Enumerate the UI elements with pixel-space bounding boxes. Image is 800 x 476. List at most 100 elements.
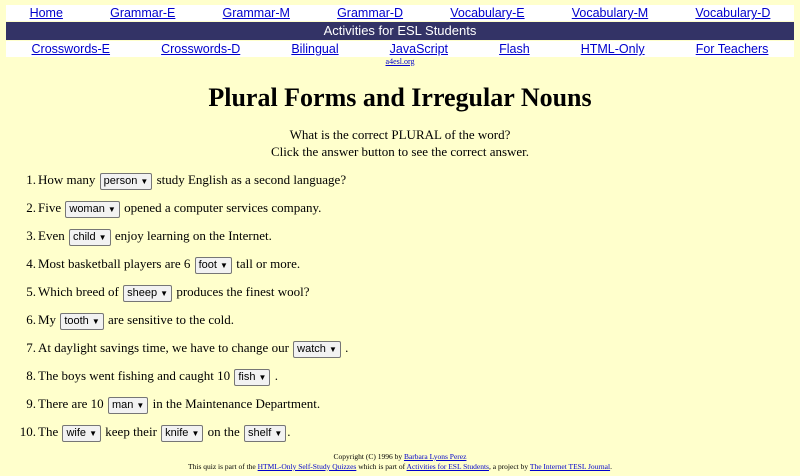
question-text: My <box>38 312 60 327</box>
answer-select[interactable]: person ▼ <box>99 172 153 190</box>
project-text-2: which is part of <box>356 462 407 471</box>
answer-select-value: fish <box>238 370 256 383</box>
author-link[interactable]: Barbara Lyons Perez <box>404 452 466 461</box>
nav-link-vocabulary-m[interactable]: Vocabulary-M <box>572 6 648 20</box>
answer-select-value: sheep <box>127 286 158 299</box>
question-text: Most basketball players are 6 <box>38 256 194 271</box>
question-text: Which breed of <box>38 284 123 299</box>
answer-select-value: woman <box>69 202 105 215</box>
project-line: This quiz is part of the HTML-Only Self-… <box>0 462 800 472</box>
nav-link-crosswords-d[interactable]: Crosswords-D <box>161 42 240 56</box>
question-text: At daylight savings time, we have to cha… <box>38 340 293 355</box>
caret-down-icon: ▼ <box>329 344 337 354</box>
question-text: How many <box>38 172 99 187</box>
nav-link-home[interactable]: Home <box>30 6 63 20</box>
answer-select[interactable]: woman ▼ <box>65 200 120 218</box>
answer-select[interactable]: wife ▼ <box>62 424 102 442</box>
answer-select-value: person <box>103 174 138 187</box>
tesl-journal-link[interactable]: The Internet TESL Journal <box>530 462 610 471</box>
caret-down-icon: ▼ <box>191 428 200 438</box>
question-text: enjoy learning on the Internet. <box>111 228 272 243</box>
answer-select[interactable]: watch ▼ <box>293 340 341 358</box>
question-5: 5. Which breed of sheep ▼ produces the fin… <box>0 282 310 302</box>
site-banner: Activities for ESL Students <box>6 22 794 40</box>
top-nav: Home Grammar-E Grammar-M Grammar-D Vocab… <box>6 5 794 21</box>
nav-link-bilingual[interactable]: Bilingual <box>291 42 338 56</box>
question-text: . <box>271 368 278 383</box>
footer: Copyright (C) 1996 by Barbara Lyons Pere… <box>0 452 800 472</box>
question-text: Even <box>38 228 68 243</box>
question-10: 10. The wife ▼ keep their knife ▼ on the sh… <box>0 422 291 442</box>
activities-link[interactable]: Activities for ESL Students <box>407 462 489 471</box>
question-text: . <box>287 424 291 439</box>
question-text: on the <box>204 424 244 439</box>
answer-select-value: foot <box>198 258 217 271</box>
question-number: 8. <box>26 368 36 383</box>
question-text: tall or more. <box>232 256 301 271</box>
nav-link-flash[interactable]: Flash <box>499 42 530 56</box>
answer-select-value: knife <box>165 426 189 439</box>
question-number: 6. <box>26 312 36 327</box>
question-text: study English as a second language? <box>153 172 347 187</box>
caret-down-icon: ▼ <box>91 316 100 326</box>
question-text: are sensitive to the cold. <box>104 312 235 327</box>
question-number: 4. <box>26 256 36 271</box>
answer-select[interactable]: child ▼ <box>68 228 111 246</box>
answer-select[interactable]: sheep ▼ <box>123 284 173 302</box>
question-text: Five <box>38 200 65 215</box>
nav-link-html-only[interactable]: HTML-Only <box>581 42 645 56</box>
caret-down-icon: ▼ <box>274 428 283 438</box>
copyright-text: Copyright (C) 1996 by <box>333 452 404 461</box>
nav-link-grammar-d[interactable]: Grammar-D <box>337 6 403 20</box>
answer-select[interactable]: fish ▼ <box>234 368 271 386</box>
self-study-quizzes-link[interactable]: HTML-Only Self-Study Quizzes <box>258 462 357 471</box>
project-text-1: This quiz is part of the <box>188 462 258 471</box>
question-text: keep their <box>102 424 161 439</box>
answer-select-value: shelf <box>248 426 272 439</box>
question-text: in the Maintenance Department. <box>149 396 321 411</box>
caret-down-icon: ▼ <box>220 260 228 270</box>
question-number: 1. <box>26 172 36 187</box>
question-text: The boys went fishing and caught 10 <box>38 368 234 383</box>
question-9: 9. There are 10 man ▼ in the Maintenance D… <box>0 394 320 414</box>
answer-select[interactable]: knife ▼ <box>161 424 204 442</box>
question-4: 4. Most basketball players are 6 foot ▼ ta… <box>0 254 300 274</box>
nav-link-grammar-m[interactable]: Grammar-M <box>223 6 290 20</box>
site-link[interactable]: a4esl.org <box>0 57 800 66</box>
caret-down-icon: ▼ <box>160 288 169 298</box>
caret-down-icon: ▼ <box>136 400 145 410</box>
answer-select-value: watch <box>297 342 326 355</box>
question-2: 2. Five woman ▼ opened a computer services… <box>0 198 321 218</box>
question-number: 7. <box>26 340 36 355</box>
question-number: 9. <box>26 396 36 411</box>
question-8: 8. The boys went fishing and caught 10 fi… <box>0 366 278 386</box>
instructions-line-1: What is the correct PLURAL of the word? <box>289 127 511 142</box>
answer-select[interactable]: shelf ▼ <box>244 424 287 442</box>
nav-link-grammar-e[interactable]: Grammar-E <box>110 6 175 20</box>
caret-down-icon: ▼ <box>107 204 116 214</box>
question-number: 10. <box>19 424 36 439</box>
caret-down-icon: ▼ <box>98 232 107 242</box>
project-text-4: . <box>610 462 612 471</box>
answer-select-value: tooth <box>64 314 89 327</box>
nav-link-vocabulary-d[interactable]: Vocabulary-D <box>695 6 770 20</box>
caret-down-icon: ▼ <box>89 428 98 438</box>
nav-link-for-teachers[interactable]: For Teachers <box>696 42 769 56</box>
nav-link-javascript[interactable]: JavaScript <box>390 42 448 56</box>
answer-select[interactable]: tooth ▼ <box>60 312 104 330</box>
question-text: opened a computer services company. <box>120 200 322 215</box>
bottom-nav: Crosswords-E Crosswords-D Bilingual Java… <box>6 41 794 57</box>
nav-link-crosswords-e[interactable]: Crosswords-E <box>32 42 111 56</box>
question-7: 7. At daylight savings time, we have to c… <box>0 338 348 358</box>
answer-select-value: man <box>111 398 134 411</box>
answer-select[interactable]: foot ▼ <box>194 256 232 274</box>
nav-link-vocabulary-e[interactable]: Vocabulary-E <box>450 6 524 20</box>
answer-select[interactable]: man ▼ <box>107 396 149 414</box>
caret-down-icon: ▼ <box>258 372 267 382</box>
copyright-line: Copyright (C) 1996 by Barbara Lyons Pere… <box>0 452 800 462</box>
question-1: 1. How many person ▼ study English as a se… <box>0 170 346 190</box>
answer-select-value: child <box>72 230 96 243</box>
question-number: 5. <box>26 284 36 299</box>
question-text: The <box>38 424 62 439</box>
instructions-line-2: Click the answer button to see the corre… <box>270 144 530 159</box>
